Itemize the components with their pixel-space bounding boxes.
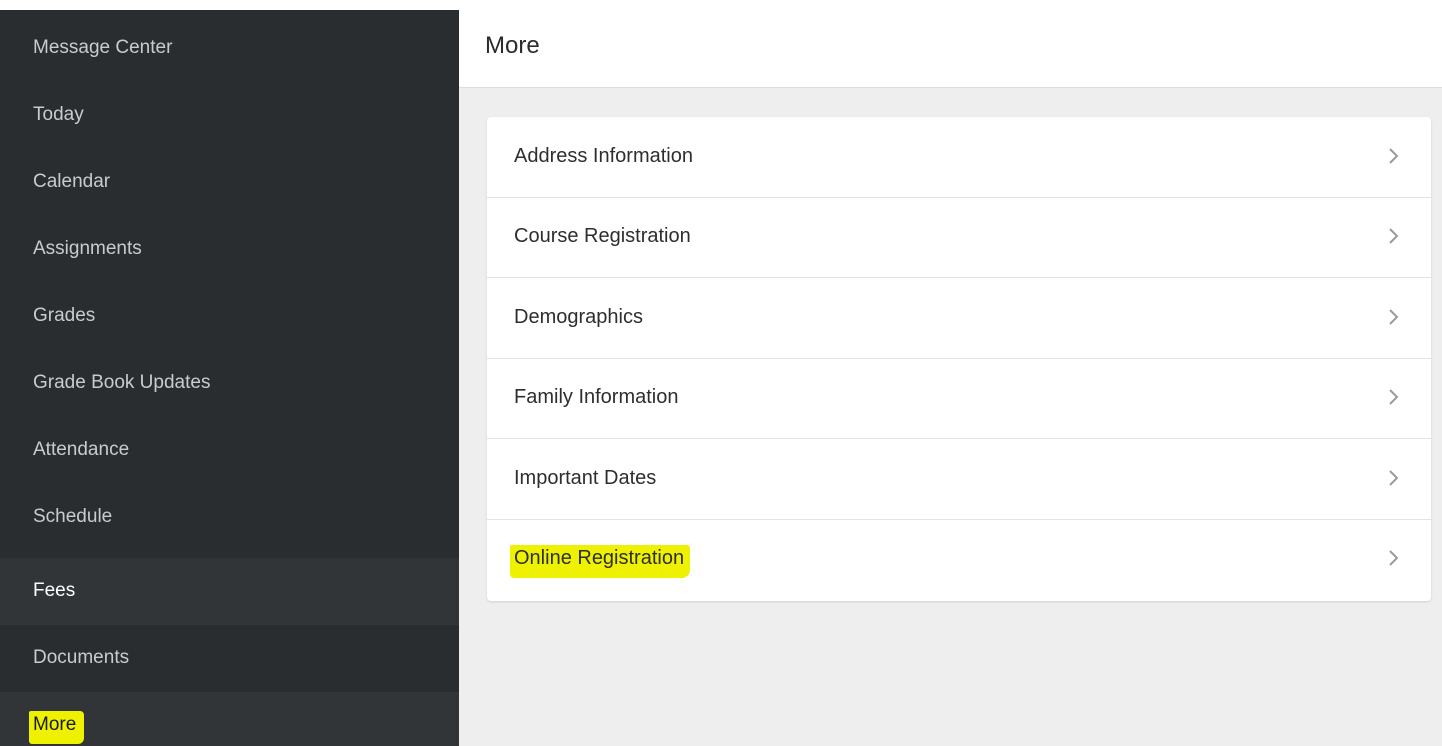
list-item-label: Online Registration [510,545,691,578]
sidebar: Message Center Today Calendar Assignment… [0,10,459,746]
sidebar-item-grades[interactable]: Grades [0,283,459,350]
list-item-label: Course Registration [514,225,691,247]
sidebar-item-label: Assignments [33,238,142,259]
sidebar-item-schedule[interactable]: Schedule [0,484,459,551]
sidebar-item-label: Documents [33,647,130,668]
list-item-family-information[interactable]: Family Information [487,358,1431,439]
list-item-label: Address Information [514,145,693,167]
sidebar-item-label: Fees [33,580,76,601]
sidebar-item-label: Message Center [33,37,173,58]
sidebar-item-fees[interactable]: Fees [0,558,459,625]
chevron-right-icon [1389,309,1399,325]
list-item-online-registration[interactable]: Online Registration [487,519,1431,599]
sidebar-item-grade-book-updates[interactable]: Grade Book Updates [0,350,459,417]
cropped-top-text [0,0,1442,10]
list-item-label: Family Information [514,386,679,408]
list-item-important-dates[interactable]: Important Dates [487,439,1431,520]
sidebar-item-label: Schedule [33,506,113,527]
sidebar-item-label: Attendance [33,439,130,460]
sidebar-item-today[interactable]: Today [0,82,459,149]
chevron-right-icon [1389,228,1399,244]
chevron-right-icon [1389,470,1399,486]
chevron-right-icon [1389,148,1399,164]
sidebar-item-label: Grade Book Updates [33,372,211,393]
sidebar-item-assignments[interactable]: Assignments [0,216,459,283]
sidebar-item-message-center[interactable]: Message Center [0,15,459,82]
sidebar-item-more[interactable]: More [0,692,459,746]
chevron-right-icon [1389,389,1399,405]
list-item-demographics[interactable]: Demographics [487,278,1431,359]
sidebar-item-documents[interactable]: Documents [0,625,459,692]
more-options-list: Address Information Course Registration … [487,117,1431,601]
sidebar-item-label: Calendar [33,171,111,192]
sidebar-item-calendar[interactable]: Calendar [0,149,459,216]
list-item-label: Demographics [514,306,643,328]
list-item-label: Important Dates [514,467,657,489]
page-header: More [459,10,1442,88]
page-title: More [485,32,540,59]
list-item-address-information[interactable]: Address Information [487,117,1431,198]
sidebar-item-label: Today [33,104,84,125]
sidebar-item-attendance[interactable]: Attendance [0,417,459,484]
sidebar-item-label: More [29,711,85,744]
list-item-course-registration[interactable]: Course Registration [487,197,1431,278]
chevron-right-icon [1389,550,1399,566]
main-content: More Address Information Course Registra… [459,10,1442,746]
sidebar-item-label: Grades [33,305,96,326]
